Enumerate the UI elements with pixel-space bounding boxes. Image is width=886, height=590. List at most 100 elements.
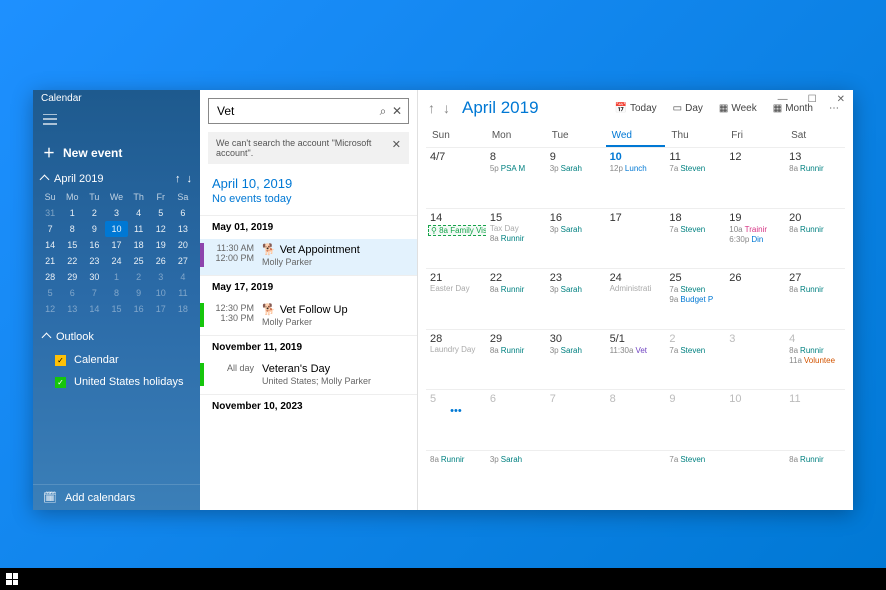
hamburger-button[interactable]	[33, 108, 200, 134]
account-toggle[interactable]: Outlook	[33, 325, 200, 349]
day-view-button[interactable]: ▭ Day	[669, 101, 707, 116]
month-cell[interactable]: 8a Runnir	[426, 450, 486, 511]
mini-day[interactable]: 5	[39, 285, 61, 301]
month-cell[interactable]	[546, 450, 606, 511]
calendar-event[interactable]: 8a Runnir	[430, 455, 482, 464]
calendar-event[interactable]: 9a Budget P	[669, 295, 721, 304]
calendar-event[interactable]: 7a Steven	[669, 164, 721, 173]
week-view-button[interactable]: ▦ Week	[715, 101, 761, 116]
calendar-event[interactable]: 7a Steven	[669, 346, 721, 355]
month-cell[interactable]: 1910a Trainir6:30p Din	[725, 208, 785, 269]
calendar-item[interactable]: ✓United States holidays	[33, 371, 200, 393]
mini-day[interactable]: 13	[172, 221, 194, 237]
calendar-event[interactable]: 8a Runnir	[789, 164, 841, 173]
month-cell[interactable]: 24Administrati	[606, 268, 666, 329]
month-cell[interactable]: 187a Steven	[665, 208, 725, 269]
mini-day[interactable]: 4	[172, 269, 194, 285]
month-cell[interactable]: 6	[486, 389, 546, 450]
mini-day[interactable]: 19	[150, 237, 172, 253]
mini-day[interactable]: 20	[172, 237, 194, 253]
mini-day[interactable]: 31	[39, 205, 61, 221]
calendar-event[interactable]: 6:30p Din	[729, 235, 781, 244]
today-button[interactable]: 📅 Today	[611, 101, 661, 116]
month-cell[interactable]: 8a Runnir	[785, 450, 845, 511]
prev-month-button[interactable]: ↑	[175, 173, 181, 185]
mini-day[interactable]: 7	[39, 221, 61, 237]
month-cell[interactable]: 9	[665, 389, 725, 450]
search-result[interactable]: 12:30 PM1:30 PM 🐕Vet Follow Up Molly Par…	[200, 299, 417, 335]
month-cell[interactable]: 12	[725, 147, 785, 208]
mini-day[interactable]: 2	[128, 269, 150, 285]
month-cell[interactable]: 1012p Lunch	[606, 147, 666, 208]
month-cell[interactable]: 233p Sarah	[546, 268, 606, 329]
mini-day[interactable]: 18	[128, 237, 150, 253]
calendar-event[interactable]: 8a Runnir	[789, 225, 841, 234]
month-cell[interactable]: 5•••	[426, 389, 486, 450]
mini-day[interactable]: 11	[172, 285, 194, 301]
month-cell[interactable]: 3p Sarah	[486, 450, 546, 511]
month-cell[interactable]: 7	[546, 389, 606, 450]
month-cell[interactable]: 17	[606, 208, 666, 269]
month-cell[interactable]: 11	[785, 389, 845, 450]
mini-day[interactable]: 21	[39, 253, 61, 269]
next-period-button[interactable]: ↓	[443, 100, 450, 116]
checkbox-icon[interactable]: ✓	[55, 377, 66, 388]
mini-day[interactable]: 30	[83, 269, 105, 285]
month-cell[interactable]	[606, 450, 666, 511]
month-cell[interactable]: 14⚲ 8a Family Visiting	[426, 208, 486, 269]
search-result[interactable]: All day Veteran's Day United States; Mol…	[200, 359, 417, 394]
month-cell[interactable]: 27a Steven	[665, 329, 725, 390]
more-events-icon[interactable]: •••	[430, 405, 482, 417]
mini-day[interactable]: 10	[150, 285, 172, 301]
calendar-event[interactable]: 3p Sarah	[550, 346, 602, 355]
month-cell[interactable]: 85p PSA M	[486, 147, 546, 208]
mini-day[interactable]: 6	[172, 205, 194, 221]
mini-day[interactable]: 15	[61, 237, 83, 253]
mini-day[interactable]: 28	[39, 269, 61, 285]
mini-day[interactable]: 9	[83, 221, 105, 237]
month-cell[interactable]: 8	[606, 389, 666, 450]
mini-day[interactable]: 24	[105, 253, 127, 269]
clear-search-icon[interactable]: ✕	[390, 104, 404, 118]
calendar-item[interactable]: ✓Calendar	[33, 349, 200, 371]
mini-day[interactable]: 2	[83, 205, 105, 221]
mini-day[interactable]: 10	[105, 221, 127, 237]
mini-day[interactable]: 17	[105, 237, 127, 253]
calendar-event[interactable]: 11a Voluntee	[789, 356, 841, 365]
next-month-button[interactable]: ↓	[187, 173, 193, 185]
new-event-button[interactable]: ＋ New event	[33, 134, 200, 171]
mini-day[interactable]: 25	[128, 253, 150, 269]
mini-day[interactable]: 14	[39, 237, 61, 253]
maximize-button[interactable]: ☐	[804, 92, 821, 107]
mini-day[interactable]: 15	[105, 301, 127, 317]
mini-day[interactable]: 8	[105, 285, 127, 301]
mini-day[interactable]: 16	[128, 301, 150, 317]
calendar-event[interactable]: 8a Runnir	[490, 285, 542, 294]
mini-day[interactable]: 16	[83, 237, 105, 253]
month-cell[interactable]: 15Tax Day8a Runnir	[486, 208, 546, 269]
mini-day[interactable]: 3	[105, 205, 127, 221]
month-cell[interactable]: 163p Sarah	[546, 208, 606, 269]
month-cell[interactable]: 5/111:30a Vet	[606, 329, 666, 390]
calendar-event[interactable]: 8a Runnir	[789, 346, 841, 355]
calendar-event[interactable]: 7a Steven	[669, 225, 721, 234]
mini-day[interactable]: 23	[83, 253, 105, 269]
calendar-event[interactable]: 3p Sarah	[490, 455, 542, 464]
mini-day[interactable]: 13	[61, 301, 83, 317]
close-button[interactable]: ✕	[833, 92, 849, 107]
month-cell[interactable]: 117a Steven	[665, 147, 725, 208]
month-cell[interactable]: 28Laundry Day	[426, 329, 486, 390]
mini-day[interactable]: 6	[61, 285, 83, 301]
dismiss-error-icon[interactable]: ✕	[392, 138, 401, 151]
calendar-event[interactable]: 7a Steven	[669, 285, 721, 294]
calendar-event[interactable]: 5p PSA M	[490, 164, 542, 173]
checkbox-icon[interactable]: ✓	[55, 355, 66, 366]
calendar-event[interactable]: 3p Sarah	[550, 285, 602, 294]
collapse-icon[interactable]	[40, 174, 50, 184]
calendar-event[interactable]: 12p Lunch	[610, 164, 662, 173]
month-cell[interactable]: 48a Runnir11a Voluntee	[785, 329, 845, 390]
search-result[interactable]: 11:30 AM12:00 PM 🐕Vet Appointment Molly …	[200, 239, 417, 275]
mini-day[interactable]: 1	[105, 269, 127, 285]
calendar-event[interactable]: 7a Steven	[669, 455, 721, 464]
calendar-event[interactable]: 3p Sarah	[550, 164, 602, 173]
